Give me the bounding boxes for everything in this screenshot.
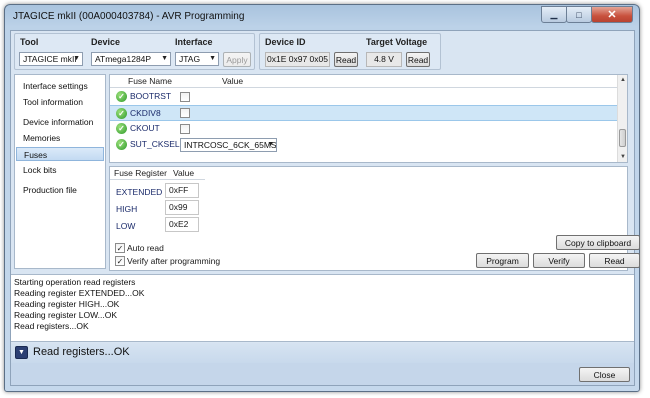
device-id-label: Device ID — [265, 37, 306, 47]
scroll-thumb[interactable] — [619, 129, 626, 147]
log-line: Reading register EXTENDED...OK — [14, 288, 145, 298]
device-info-group: Device ID 0x1E 0x97 0x05 Read Target Vol… — [259, 33, 441, 70]
log-line: Reading register LOW...OK — [14, 310, 117, 320]
header-divider — [110, 87, 618, 88]
device-id-value: 0x1E 0x97 0x05 — [265, 52, 330, 67]
close-button[interactable]: Close — [579, 367, 630, 382]
nav-item-tool-information[interactable]: Tool information — [15, 95, 105, 109]
ckdiv8-checkbox[interactable] — [180, 108, 190, 118]
window-controls: ▁ □ ✕ — [541, 6, 633, 23]
window-title: JTAGICE mkII (00A000403784) - AVR Progra… — [13, 11, 245, 22]
status-bar: ▼ Read registers...OK — [11, 343, 634, 363]
device-select-value: ATmega1284P — [95, 54, 152, 64]
avr-programming-window: JTAGICE mkII (00A000403784) - AVR Progra… — [4, 4, 640, 392]
selection-group: Tool JTAGICE mkII ▼ Device ATmega1284P ▼… — [14, 33, 255, 70]
register-name-low: LOW — [116, 221, 136, 231]
tool-label: Tool — [20, 37, 39, 47]
bootrst-checkbox[interactable] — [180, 92, 190, 102]
column-header-register-value: Value — [173, 168, 195, 178]
sut-cksel-value: INTRCOSC_6CK_65MS — [184, 140, 277, 150]
title-bar[interactable]: JTAGICE mkII (00A000403784) - AVR Progra… — [5, 5, 639, 29]
fuse-row-ckdiv8[interactable]: ✓ CKDIV8 — [110, 105, 618, 121]
target-voltage-label: Target Voltage — [366, 37, 428, 47]
fuse-register-panel: Fuse Register Value EXTENDED 0xFF HIGH 0… — [109, 166, 640, 271]
tool-select[interactable]: JTAGICE mkII ▼ — [19, 52, 83, 66]
dialog-content: Tool JTAGICE mkII ▼ Device ATmega1284P ▼… — [10, 30, 640, 386]
auto-read-checkbox[interactable]: ✓ — [115, 243, 125, 253]
scroll-down-icon[interactable]: ▼ — [618, 152, 627, 162]
log-line: Read registers...OK — [14, 321, 89, 331]
dialog-footer: Close — [11, 363, 634, 385]
fuse-table-scrollbar[interactable]: ▲ ▼ — [617, 75, 627, 162]
interface-select-value: JTAG — [179, 54, 201, 64]
nav-item-production-file[interactable]: Production file — [15, 183, 105, 197]
target-voltage-read-button[interactable]: Read — [406, 52, 430, 67]
register-value-extended[interactable]: 0xFF — [165, 183, 199, 198]
fuse-name: SUT_CKSEL — [130, 139, 180, 149]
interface-select[interactable]: JTAG ▼ — [175, 52, 219, 66]
verify-after-programming-checkbox[interactable]: ✓ — [115, 256, 125, 266]
register-name-high: HIGH — [116, 204, 138, 214]
register-name-extended: EXTENDED — [116, 187, 163, 197]
fuse-row-sut-cksel[interactable]: ✓ SUT_CKSEL INTRCOSC_6CK_65MS ▼ — [110, 137, 618, 153]
verify-button[interactable]: Verify — [533, 253, 585, 268]
column-header-fuse-register: Fuse Register — [114, 168, 167, 178]
status-text: Read registers...OK — [33, 346, 130, 358]
nav-item-lock-bits[interactable]: Lock bits — [15, 163, 105, 177]
output-log[interactable]: Starting operation read registers Readin… — [11, 274, 634, 342]
close-icon[interactable]: ✕ — [591, 6, 633, 23]
ckout-checkbox[interactable] — [180, 124, 190, 134]
fuse-name: CKOUT — [130, 123, 160, 133]
verify-after-programming-label: Verify after programming — [127, 256, 221, 266]
log-line: Reading register HIGH...OK — [14, 299, 120, 309]
check-circle-icon: ✓ — [116, 123, 127, 134]
sut-cksel-select[interactable]: INTRCOSC_6CK_65MS ▼ — [180, 138, 277, 152]
register-value-high[interactable]: 0x99 — [165, 200, 199, 215]
chevron-down-icon: ▼ — [209, 55, 216, 62]
minimize-icon[interactable]: ▁ — [541, 6, 567, 23]
nav-item-interface-settings[interactable]: Interface settings — [15, 79, 105, 93]
check-circle-icon: ✓ — [116, 139, 127, 150]
check-circle-icon: ✓ — [116, 108, 127, 119]
program-button[interactable]: Program — [476, 253, 529, 268]
auto-read-label: Auto read — [127, 243, 164, 253]
maximize-icon[interactable]: □ — [566, 6, 592, 23]
device-label: Device — [91, 37, 121, 47]
chevron-down-icon: ▼ — [73, 55, 80, 62]
nav-item-device-information[interactable]: Device information — [15, 115, 105, 129]
read-button[interactable]: Read — [589, 253, 640, 268]
nav-item-fuses[interactable]: Fuses — [16, 147, 104, 161]
tool-select-value: JTAGICE mkII — [23, 54, 77, 64]
device-id-read-button[interactable]: Read — [334, 52, 358, 67]
interface-label: Interface — [175, 37, 213, 47]
copy-to-clipboard-button[interactable]: Copy to clipboard — [556, 235, 640, 250]
nav-item-memories[interactable]: Memories — [15, 131, 105, 145]
device-select[interactable]: ATmega1284P ▼ — [91, 52, 171, 66]
section-nav: Interface settings Tool information Devi… — [14, 74, 106, 269]
fuse-row-bootrst[interactable]: ✓ BOOTRST — [110, 89, 618, 105]
fuse-name: BOOTRST — [130, 91, 172, 101]
column-header-value: Value — [222, 76, 244, 86]
fuse-row-ckout[interactable]: ✓ CKOUT — [110, 121, 618, 137]
target-voltage-value: 4.8 V — [366, 52, 402, 67]
chevron-down-icon: ▼ — [161, 55, 168, 62]
log-line: Starting operation read registers — [14, 277, 136, 287]
check-circle-icon: ✓ — [116, 91, 127, 102]
fuse-table: Fuse Name Value ✓ BOOTRST ✓ CKDIV8 ✓ CKO… — [109, 74, 628, 163]
apply-button[interactable]: Apply — [223, 52, 251, 67]
register-value-low[interactable]: 0xE2 — [165, 217, 199, 232]
fuse-name: CKDIV8 — [130, 108, 161, 118]
expand-log-icon[interactable]: ▼ — [15, 346, 28, 359]
scroll-up-icon[interactable]: ▲ — [618, 75, 627, 85]
chevron-down-icon: ▼ — [267, 141, 274, 148]
column-header-fuse-name: Fuse Name — [128, 76, 172, 86]
register-header-divider — [110, 179, 205, 180]
